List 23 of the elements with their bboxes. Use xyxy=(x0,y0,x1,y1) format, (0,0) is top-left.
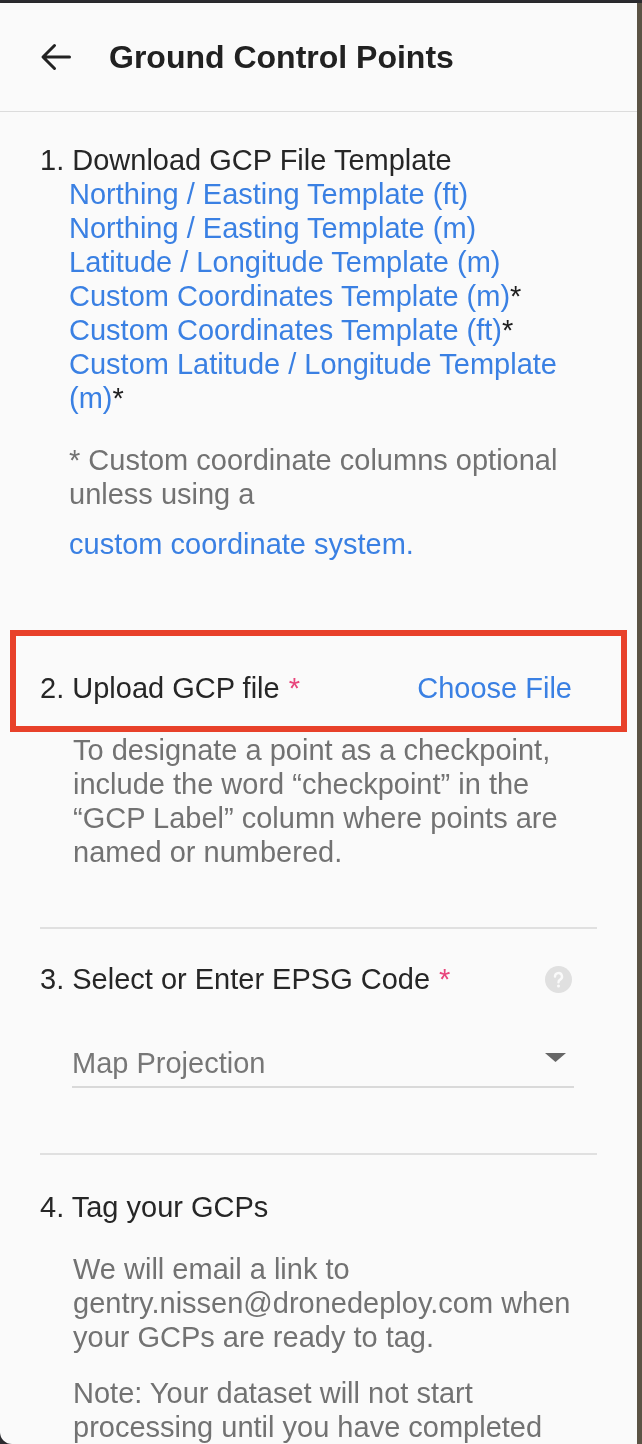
projection-select[interactable]: Map Projection xyxy=(72,1046,574,1088)
step-heading: 1. Download GCP File Template xyxy=(40,143,452,177)
info-text: Note: Your dataset will not start processing until you have completed xyxy=(72,1376,544,1444)
footnote-text: * Custom coordinate columns optional unless using a xyxy=(68,443,559,511)
caret-icon xyxy=(545,1053,566,1062)
template-link[interactable]: Custom Latitude / Longitude Template (m)* xyxy=(69,347,597,415)
template-link[interactable]: Custom Coordinates Template (m)* xyxy=(69,279,522,313)
step-description: To designate a point as a checkpoint, include the word “checkpoint” in the “GCP Label” column where points are named or numbered. xyxy=(72,733,559,869)
info-text: We will email a link to gentry.nissen@dronedeploy.com when your GCPs are ready to tag. xyxy=(72,1252,572,1354)
required-mark: * xyxy=(439,962,451,996)
back-button[interactable] xyxy=(40,43,71,71)
template-link[interactable]: Northing / Easting Template (ft) xyxy=(69,177,469,211)
choose-file-button[interactable]: Choose File xyxy=(417,671,572,705)
template-link[interactable]: Northing / Easting Template (m) xyxy=(69,211,477,245)
step-heading: 4. Tag your GCPs xyxy=(40,1190,269,1224)
coordinate-system-link[interactable]: custom coordinate system. xyxy=(69,528,414,560)
template-link[interactable]: Latitude / Longitude Template (m) xyxy=(69,245,501,279)
panel-title: Ground Control Points xyxy=(109,38,454,77)
template-link[interactable]: Custom Coordinates Template (ft)* xyxy=(69,313,514,347)
step-heading: 2. Upload GCP file xyxy=(40,671,280,705)
step-heading: 3. Select or Enter EPSG Code xyxy=(40,962,431,996)
required-mark: * xyxy=(288,671,300,705)
back-arrow-icon xyxy=(40,43,71,71)
